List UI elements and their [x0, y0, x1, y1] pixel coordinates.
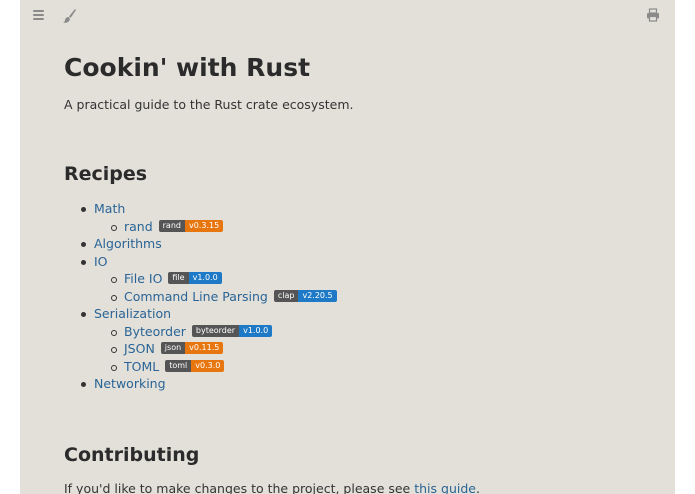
- printer-icon[interactable]: [646, 8, 660, 22]
- bullet-dot: [81, 207, 86, 212]
- badge-crate-name: toml: [165, 359, 192, 372]
- recipes-heading: Recipes: [64, 163, 148, 185]
- recipes-list: Math rand rand v0.3.15 Algorithms IO File…: [64, 200, 644, 393]
- bullet-circle: [111, 224, 117, 231]
- bullet-circle: [111, 277, 117, 283]
- bullet-circle: [111, 294, 117, 301]
- badge-crate-version: v2.20.5: [298, 289, 337, 302]
- link-command-line-parsing[interactable]: Command Line Parsing: [124, 289, 268, 304]
- link-io[interactable]: IO: [94, 254, 108, 269]
- paintbrush-icon[interactable]: [61, 8, 77, 24]
- list-item-math: Math: [64, 200, 644, 218]
- list-item-command-line-parsing: Command Line Parsing clap v2.20.5: [64, 288, 644, 306]
- badge-crate-name: file: [168, 272, 189, 284]
- contributing-text: If you'd like to make changes to the pro…: [64, 481, 480, 494]
- badge-crate-version: v0.3.0: [191, 359, 225, 372]
- list-item-algorithms: Algorithms: [64, 235, 644, 253]
- list-item-rand: rand rand v0.3.15: [64, 218, 644, 236]
- link-rand[interactable]: rand: [124, 219, 153, 234]
- list-item-file-io: File IO file v1.0.0: [64, 270, 644, 288]
- badge-crate-version: v1.0.0: [239, 324, 273, 337]
- bullet-dot: [81, 242, 86, 247]
- badge-crate-name: byteorder: [191, 324, 240, 337]
- bullet-circle: [111, 329, 117, 336]
- list-item-json: JSON json v0.11.5: [64, 340, 644, 358]
- page-description: A practical guide to the Rust crate ecos…: [64, 97, 354, 112]
- link-json[interactable]: JSON: [124, 341, 155, 356]
- bullet-dot: [81, 259, 86, 265]
- link-networking[interactable]: Networking: [94, 376, 166, 391]
- badge-crate-name: clap: [273, 289, 299, 302]
- link-toml[interactable]: TOML: [124, 359, 159, 374]
- page-title: Cookin' with Rust: [64, 53, 311, 82]
- badge-crate-version: v0.3.15: [184, 219, 224, 232]
- bullet-circle: [111, 364, 117, 371]
- list-item-toml: TOML toml v0.3.0: [64, 358, 644, 376]
- contributing-text-before: If you'd like to make changes to the pro…: [64, 481, 415, 494]
- list-item-serialization: Serialization: [64, 305, 644, 323]
- crate-badge-clap[interactable]: clap v2.20.5: [273, 289, 337, 302]
- main-content: Cookin' with Rust A practical guide to t…: [64, 50, 654, 494]
- crate-badge-file[interactable]: file v1.0.0: [168, 272, 222, 284]
- bullet-circle: [111, 347, 117, 353]
- badge-crate-version: v0.11.5: [185, 342, 224, 354]
- list-item-byteorder: Byteorder byteorder v1.0.0: [64, 323, 644, 341]
- toolbar: [20, 0, 675, 32]
- link-byteorder[interactable]: Byteorder: [124, 324, 186, 339]
- list-item-networking: Networking: [64, 375, 644, 393]
- contributing-text-after: .: [475, 481, 480, 494]
- contributing-guide-link[interactable]: this guide: [414, 481, 476, 494]
- link-math[interactable]: Math: [94, 201, 125, 216]
- crate-badge-rand[interactable]: rand v0.3.15: [158, 219, 224, 232]
- crate-badge-byteorder[interactable]: byteorder v1.0.0: [191, 324, 273, 337]
- badge-crate-version: v1.0.0: [188, 272, 222, 284]
- contributing-heading: Contributing: [64, 444, 200, 466]
- book-page: Cookin' with Rust A practical guide to t…: [20, 0, 675, 494]
- link-algorithms[interactable]: Algorithms: [94, 236, 162, 251]
- link-serialization[interactable]: Serialization: [94, 306, 171, 321]
- crate-badge-json[interactable]: json v0.11.5: [160, 342, 224, 354]
- badge-crate-name: json: [160, 342, 186, 354]
- bullet-dot: [81, 312, 86, 317]
- badge-crate-name: rand: [158, 219, 185, 232]
- bullet-dot: [81, 382, 86, 387]
- hamburger-icon[interactable]: [33, 8, 45, 22]
- list-item-io: IO: [64, 253, 644, 271]
- crate-badge-toml[interactable]: toml v0.3.0: [165, 359, 225, 372]
- link-file-io[interactable]: File IO: [124, 271, 162, 286]
